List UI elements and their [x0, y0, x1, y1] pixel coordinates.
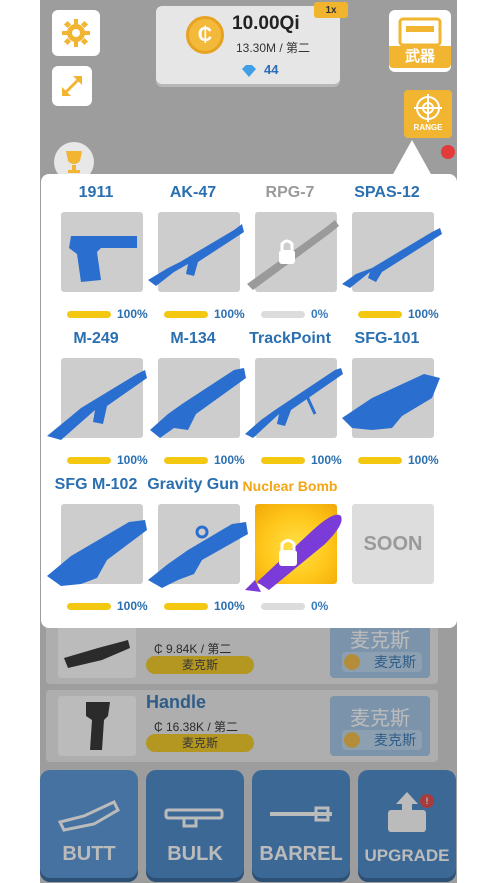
progress-fill: [358, 311, 402, 318]
range-label: RANGE: [413, 123, 443, 132]
progress-bar: [164, 457, 208, 464]
weapons-label: 武器: [389, 46, 451, 68]
progress-bar: [358, 457, 402, 464]
weapon-select-popup: 1911 100% AK-47 100% RPG-7 0% SPAS-12 10…: [41, 174, 457, 628]
gem-amount: 44: [264, 62, 279, 77]
progress-label: 100%: [117, 307, 148, 321]
progress-label: 100%: [117, 599, 148, 613]
progress-fill: [358, 457, 402, 464]
multiplier-badge[interactable]: 1x: [314, 2, 348, 18]
progress-fill: [67, 457, 111, 464]
progress-bar: [67, 311, 111, 318]
settings-button[interactable]: [52, 10, 100, 56]
progress-label: 0%: [311, 307, 329, 321]
coin-amount: 10.00Qi: [232, 13, 300, 34]
progress-fill: [261, 457, 305, 464]
game-screen: ₵ 9.84K / 第二 麦克斯 麦克斯 麦克斯 Handle ₵ 16.38K…: [0, 0, 497, 883]
scifi-gun-icon: [342, 374, 440, 430]
target-icon: [414, 94, 442, 122]
progress-label: 100%: [408, 453, 439, 467]
nuclear-bomb-icon: [245, 514, 342, 592]
progress-fill: [164, 311, 208, 318]
progress-label: 100%: [311, 453, 342, 467]
progress-fill: [164, 603, 208, 610]
progress-bar: [261, 457, 305, 464]
progress-label: 100%: [408, 307, 439, 321]
progress-bar: [164, 603, 208, 610]
progress-bar: [261, 311, 305, 318]
weapon-name: SPAS-12: [354, 184, 420, 201]
progress-fill: [67, 603, 111, 610]
weapon-name: Nuclear Bomb: [242, 478, 338, 494]
progress-fill: [67, 311, 111, 318]
coin-rate: 13.30M / 第二: [236, 41, 311, 55]
progress-bar: [67, 457, 111, 464]
progress-label: 100%: [214, 307, 245, 321]
coming-soon-tile: SOON: [352, 504, 434, 584]
fullscreen-button[interactable]: [52, 66, 92, 106]
trophy-icon: [66, 151, 82, 173]
crate-icon: [398, 17, 442, 46]
progress-bar: [358, 311, 402, 318]
gem-icon: [242, 65, 256, 77]
progress-label: 100%: [117, 453, 148, 467]
left-margin: [0, 0, 40, 883]
notification-dot: [441, 145, 455, 159]
shotgun-icon: [342, 228, 442, 288]
gear-icon: [62, 19, 90, 47]
currency-panel: ₵ 10.00Qi 13.30M / 第二 44: [156, 6, 340, 84]
progress-bar: [164, 311, 208, 318]
soon-label: SOON: [363, 532, 423, 555]
expand-icon: [61, 75, 83, 97]
weapon-name: SFG-101: [354, 330, 420, 347]
progress-label: 0%: [311, 599, 329, 613]
weapons-button[interactable]: 武器: [389, 10, 451, 72]
progress-fill: [164, 457, 208, 464]
progress-label: 100%: [214, 599, 245, 613]
progress-bar: [67, 603, 111, 610]
progress-label: 100%: [214, 453, 245, 467]
range-button[interactable]: RANGE: [404, 90, 452, 138]
progress-bar: [261, 603, 305, 610]
coin-icon: ₵: [186, 16, 224, 54]
popup-pointer: [392, 140, 432, 176]
right-margin: [457, 0, 497, 883]
